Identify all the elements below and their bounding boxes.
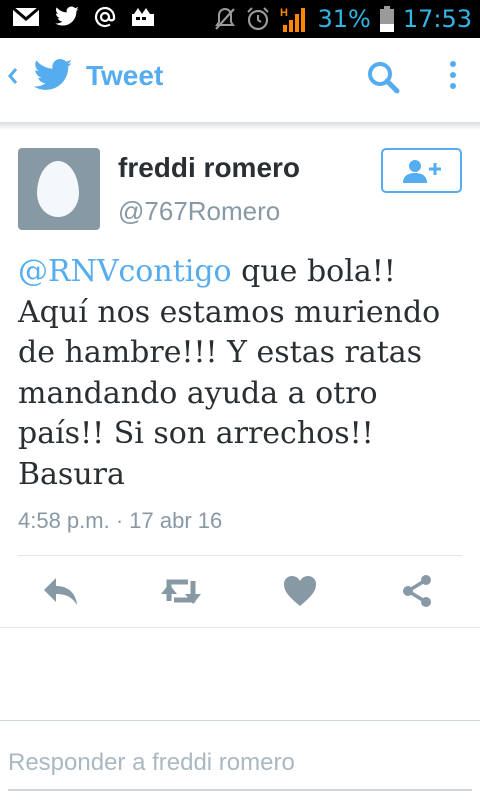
share-button[interactable] <box>400 574 440 610</box>
page-title: Tweet <box>86 60 164 91</box>
tweet-timestamp: 4:58 p.m. · 17 abr 16 <box>18 508 223 533</box>
follow-button[interactable] <box>381 148 462 193</box>
tweet-body: que bola!! Aquí nos estamos muriendo de … <box>18 254 441 492</box>
reply-input[interactable] <box>8 740 472 786</box>
share-icon <box>403 575 431 607</box>
like-button[interactable] <box>282 574 322 610</box>
divider <box>0 720 480 721</box>
retweet-icon <box>161 579 201 604</box>
more-vertical-icon[interactable] <box>446 58 460 98</box>
mute-icon <box>215 8 236 30</box>
gmail-icon <box>12 6 40 26</box>
app-bar: Tweet <box>0 38 480 122</box>
at-sign-icon <box>94 6 116 28</box>
svg-text:H: H <box>280 7 288 19</box>
author-handle[interactable]: @767Romero <box>118 196 280 227</box>
app-bar-shadow <box>0 122 480 130</box>
add-user-icon <box>403 160 441 183</box>
signal-h-icon: H <box>280 7 306 32</box>
search-icon[interactable] <box>366 60 402 101</box>
twitter-bird-icon[interactable] <box>32 58 74 99</box>
status-bar: H 31% 17:53 <box>0 0 480 38</box>
battery-percent: 31% <box>317 5 371 33</box>
author-display-name[interactable]: freddi romero <box>118 152 300 184</box>
divider <box>0 627 480 628</box>
default-egg-icon <box>37 161 79 217</box>
reply-input-underline <box>8 789 472 791</box>
avatar[interactable] <box>18 148 100 230</box>
reply-icon <box>44 578 77 605</box>
reply-button[interactable] <box>42 574 82 610</box>
tweet-text: @RNVcontigo que bola!! Aquí nos estamos … <box>18 252 468 495</box>
system-icons: H 31% 17:53 <box>213 0 472 38</box>
twitter-icon <box>55 6 79 26</box>
notification-icons <box>12 6 156 28</box>
alarm-icon <box>247 7 270 31</box>
divider <box>18 555 462 556</box>
clock: 17:53 <box>402 5 472 33</box>
chevron-left-icon[interactable] <box>6 64 20 93</box>
mention-link[interactable]: @RNVcontigo <box>18 254 232 289</box>
bbm-icon <box>132 8 154 26</box>
heart-icon <box>284 576 316 606</box>
battery-icon <box>379 6 394 32</box>
retweet-button[interactable] <box>160 574 201 610</box>
